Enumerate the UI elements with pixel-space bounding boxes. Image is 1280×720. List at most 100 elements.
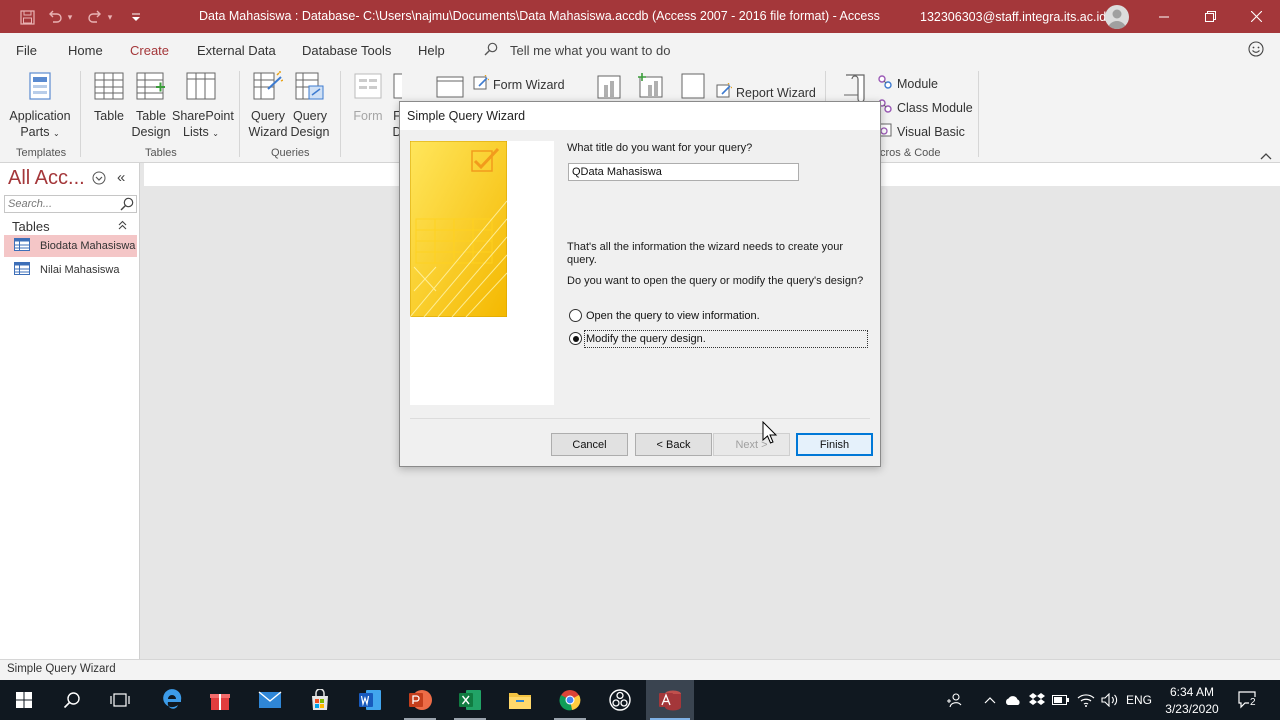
people-icon[interactable]	[940, 680, 968, 720]
module-label: Module	[897, 76, 938, 91]
clock[interactable]: 6:34 AM 3/23/2020	[1160, 684, 1224, 718]
modify-query-radio[interactable]: Modify the query design.	[569, 332, 706, 345]
close-button[interactable]	[1233, 0, 1279, 33]
tab-database-tools[interactable]: Database Tools	[302, 43, 391, 58]
volume-icon[interactable]	[1099, 680, 1121, 720]
ribbon-tabs: File Home Create External Data Database …	[0, 33, 1280, 67]
tab-help[interactable]: Help	[418, 43, 445, 58]
class-module-button[interactable]: Class Module	[877, 98, 973, 117]
finish-button[interactable]: Finish	[796, 433, 873, 456]
tab-create[interactable]: Create	[130, 43, 170, 67]
redo-icon[interactable]	[86, 8, 104, 26]
search-icon[interactable]	[120, 197, 134, 214]
access-icon[interactable]	[646, 680, 694, 720]
report-wizard-label: Report Wizard	[736, 85, 816, 100]
report-icon[interactable]	[596, 75, 624, 102]
query-wizard-button[interactable]: Query Wizard	[248, 71, 288, 140]
battery-icon[interactable]	[1051, 680, 1071, 720]
blank-form-icon[interactable]	[436, 76, 464, 101]
account-name[interactable]: 132306303@staff.integra.its.ac.id	[920, 10, 1106, 24]
query-design-label-2: Design	[290, 125, 330, 139]
undo-icon[interactable]	[46, 8, 64, 26]
customize-quick-access-icon[interactable]	[127, 8, 145, 26]
save-icon[interactable]	[18, 8, 36, 26]
sharepoint-lists-icon	[172, 71, 230, 105]
onedrive-icon[interactable]	[1003, 680, 1023, 720]
query-design-label-1: Query	[292, 109, 328, 123]
avatar[interactable]	[1105, 5, 1129, 29]
blank-report-icon[interactable]	[680, 73, 706, 102]
input-language[interactable]: ENG	[1123, 680, 1155, 720]
chrome-icon[interactable]	[546, 680, 594, 720]
form-wizard-button[interactable]: Form Wizard	[473, 74, 565, 94]
tab-external-data[interactable]: External Data	[197, 43, 276, 58]
feedback-smiley-icon[interactable]	[1248, 41, 1264, 60]
group-tables: Tables	[145, 147, 177, 159]
info-text-line-2: query.	[567, 254, 597, 266]
restore-button[interactable]	[1187, 0, 1233, 33]
table-button[interactable]: Table	[90, 71, 128, 124]
obs-icon[interactable]	[596, 680, 644, 720]
gift-app-icon[interactable]	[196, 680, 244, 720]
word-icon[interactable]	[346, 680, 394, 720]
class-module-label: Class Module	[897, 100, 973, 115]
nav-options-icon[interactable]	[92, 171, 106, 188]
report-wizard-button[interactable]: Report Wizard	[716, 82, 816, 102]
store-icon[interactable]	[296, 680, 344, 720]
search-placeholder: Search...	[8, 198, 53, 210]
report-design-icon[interactable]	[636, 73, 666, 102]
module-button[interactable]: Module	[877, 74, 938, 93]
cancel-button[interactable]: Cancel	[551, 433, 628, 456]
section-collapse-icon[interactable]	[118, 220, 127, 233]
powerpoint-icon[interactable]	[396, 680, 444, 720]
query-wizard-icon	[248, 71, 288, 105]
edge-icon[interactable]	[148, 680, 196, 720]
nav-section-tables[interactable]: Tables	[12, 219, 50, 234]
form-icon	[350, 71, 386, 105]
navigation-search-input[interactable]: Search...	[4, 195, 137, 213]
undo-dropdown-icon[interactable]: ▾	[64, 8, 76, 26]
application-parts-label-1: Application	[9, 109, 71, 123]
action-center-icon[interactable]: 2	[1234, 680, 1262, 720]
query-design-button[interactable]: Query Design	[290, 71, 330, 140]
file-explorer-icon[interactable]	[496, 680, 544, 720]
minimize-button[interactable]	[1141, 0, 1187, 33]
ribbon-separator	[239, 71, 240, 157]
back-button[interactable]: < Back	[635, 433, 712, 456]
query-title-input[interactable]: QData Mahasiswa	[568, 163, 799, 181]
nav-item-nilai-mahasiswa[interactable]: Nilai Mahasiswa	[4, 259, 137, 281]
excel-icon[interactable]	[446, 680, 494, 720]
tab-home[interactable]: Home	[68, 43, 103, 58]
show-hidden-icons-icon[interactable]	[980, 680, 1000, 720]
task-view-icon[interactable]	[96, 680, 144, 720]
table-icon	[14, 262, 30, 278]
sharepoint-lists-label-2: Lists ⌄	[183, 125, 219, 139]
next-button[interactable]: Next >	[713, 433, 790, 456]
application-parts-label-2: Parts ⌄	[20, 125, 60, 139]
mail-icon[interactable]	[246, 680, 294, 720]
redo-dropdown-icon[interactable]: ▾	[104, 8, 116, 26]
open-or-modify-question: Do you want to open the query or modify …	[567, 275, 864, 287]
collapse-ribbon-icon[interactable]	[1260, 149, 1272, 163]
clock-time: 6:34 AM	[1169, 685, 1215, 699]
ribbon-separator	[80, 71, 81, 157]
start-button[interactable]	[0, 680, 48, 720]
tell-me-search[interactable]: Tell me what you want to do	[484, 42, 670, 59]
form-label: Form	[353, 109, 383, 123]
application-parts-button[interactable]: Application Parts ⌄	[6, 71, 74, 142]
taskbar-search-icon[interactable]	[48, 680, 96, 720]
button-divider	[410, 418, 870, 419]
open-query-radio[interactable]: Open the query to view information.	[569, 309, 760, 322]
sharepoint-lists-button[interactable]: SharePoint Lists ⌄	[172, 71, 234, 142]
group-templates: Templates	[16, 147, 67, 159]
form-button[interactable]: Form	[350, 71, 386, 124]
collapse-pane-icon[interactable]: «	[117, 169, 125, 186]
visual-basic-button[interactable]: Visual Basic	[877, 122, 965, 141]
navigation-pane-title[interactable]: All Acc...	[8, 167, 85, 190]
window-title: Data Mahasiswa : Database- C:\Users\najm…	[199, 9, 880, 23]
dropbox-icon[interactable]	[1027, 680, 1047, 720]
nav-item-biodata-mahasiswa[interactable]: Biodata Mahasiswa	[4, 235, 137, 257]
tab-file[interactable]: File	[16, 43, 37, 58]
table-design-button[interactable]: Table Design	[130, 71, 172, 140]
wifi-icon[interactable]	[1075, 680, 1097, 720]
